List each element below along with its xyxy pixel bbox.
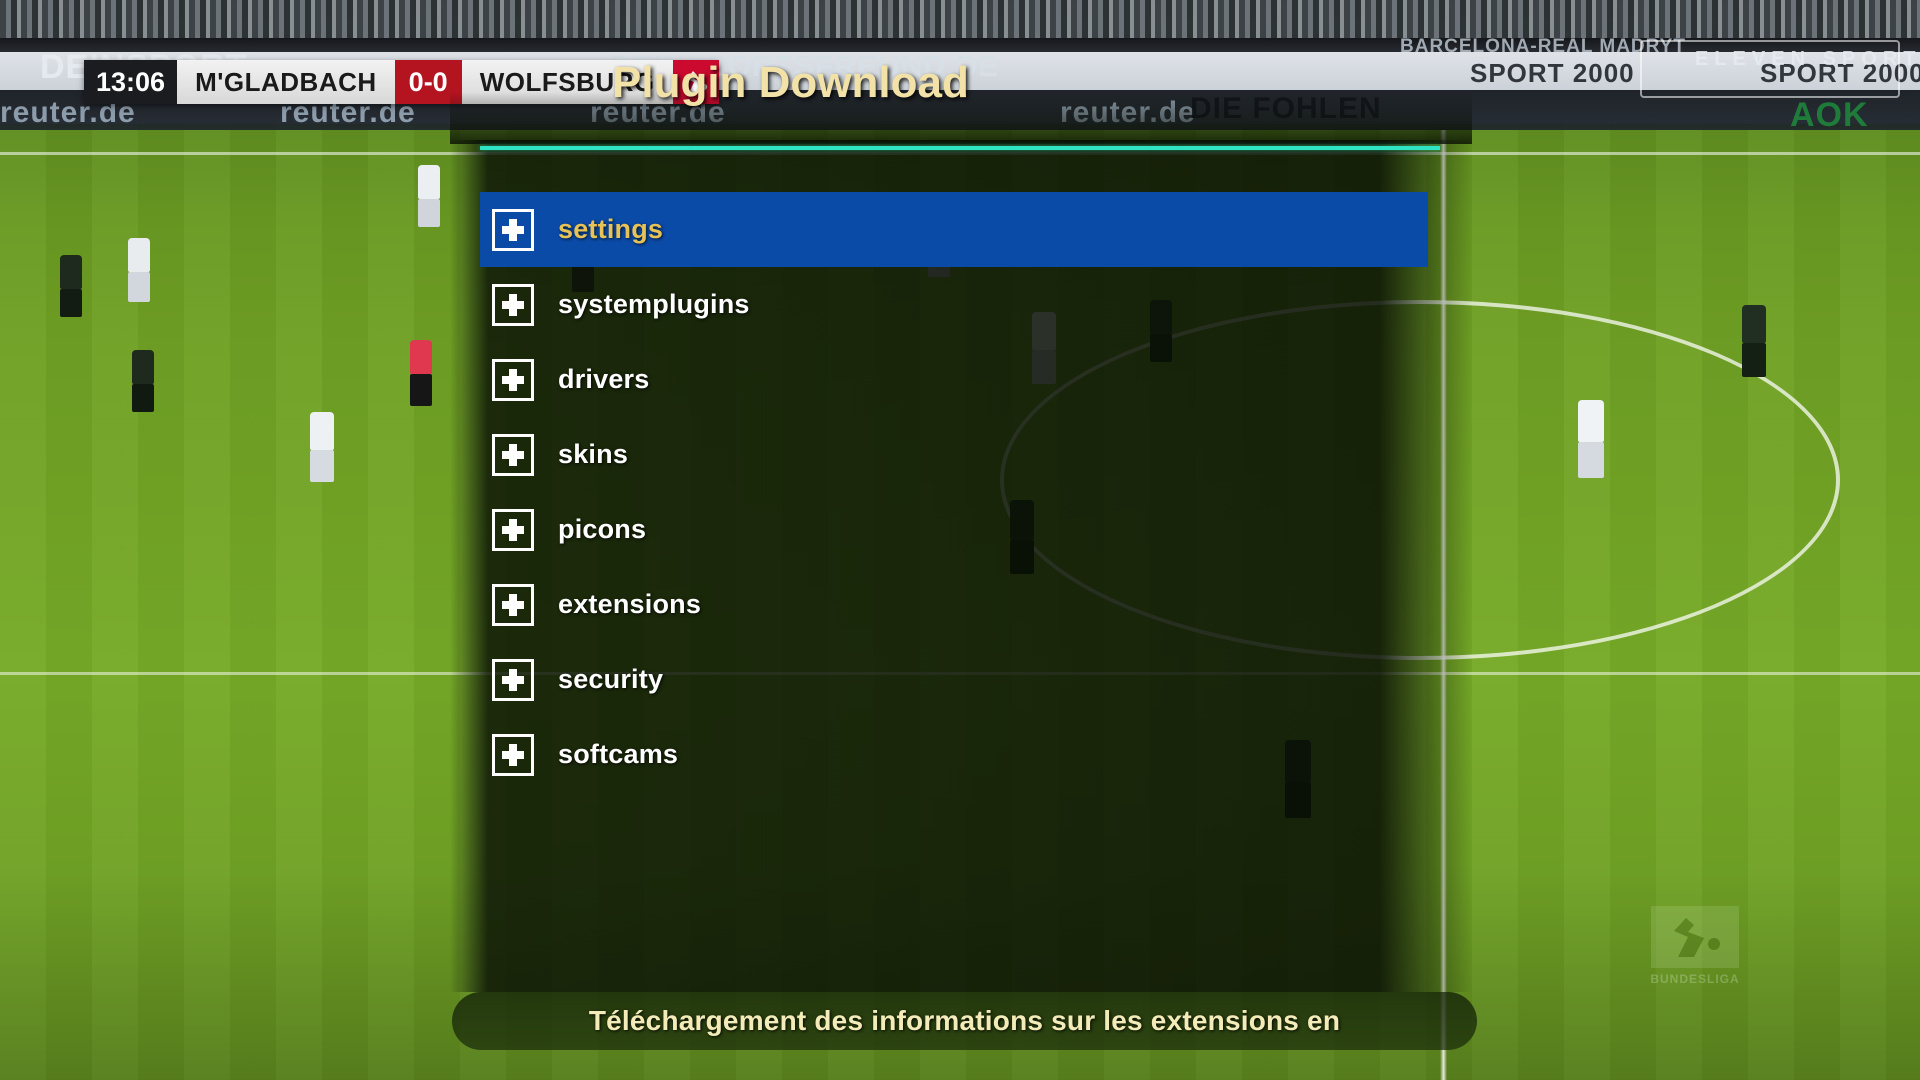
player-silhouette	[60, 255, 82, 317]
bundesliga-watermark: BUNDESLIGA	[1643, 900, 1747, 992]
plus-box-icon[interactable]	[492, 583, 534, 626]
plus-box-icon[interactable]	[492, 208, 534, 251]
pitch-halfway-line	[1440, 130, 1447, 1080]
ad-die-fohlen: DIE FOHLEN	[1190, 92, 1382, 125]
scoreboard-clock: 13:06	[84, 60, 178, 104]
player-silhouette	[1742, 305, 1766, 377]
player-silhouette	[128, 238, 150, 302]
plugin-category-label: systemplugins	[558, 289, 750, 319]
player-silhouette	[310, 412, 334, 482]
scoreboard-score: 0-0	[394, 60, 462, 104]
plus-box-icon[interactable]	[492, 358, 534, 401]
plus-box-icon[interactable]	[492, 508, 534, 551]
plugin-category-label: extensions	[558, 589, 702, 619]
plugin-category-list[interactable]: settings systemplugins drivers skins picons e…	[480, 192, 1428, 792]
plugin-category-item-drivers[interactable]: drivers	[480, 342, 1428, 417]
status-bar: Téléchargement des informations sur les …	[452, 992, 1477, 1050]
ad-aok: AOK	[1790, 96, 1869, 134]
plugin-category-label: settings	[558, 214, 664, 244]
plus-box-icon[interactable]	[492, 433, 534, 476]
plus-box-icon[interactable]	[492, 283, 534, 326]
page-title: Plugin Download	[612, 58, 969, 107]
plugin-category-item-security[interactable]: security	[480, 642, 1428, 717]
bundesliga-logo-icon	[1651, 906, 1739, 968]
plugin-category-item-systemplugins[interactable]: systemplugins	[480, 267, 1428, 342]
player-silhouette	[132, 350, 154, 412]
player-silhouette	[418, 165, 440, 227]
pitch-sideline-top	[0, 152, 1920, 155]
player-silhouette	[1578, 400, 1604, 478]
ad-sport2000-1: SPORT 2000	[1470, 58, 1635, 88]
plugin-category-item-extensions[interactable]: extensions	[480, 567, 1428, 642]
tv-screen: DEINSPORT DEINSPORTSFREUND.DE reuter.de …	[0, 0, 1920, 1080]
ad-reuter-4: reuter.de	[1060, 96, 1196, 129]
title-divider	[480, 146, 1440, 150]
plus-box-icon[interactable]	[492, 733, 534, 776]
plus-box-icon[interactable]	[492, 658, 534, 701]
status-message: Téléchargement des informations sur les …	[588, 1005, 1341, 1036]
plugin-category-label: picons	[558, 514, 647, 544]
plugin-category-label: softcams	[558, 739, 679, 769]
player-referee	[410, 340, 432, 406]
plugin-category-label: security	[558, 664, 664, 694]
bundesliga-watermark-label: BUNDESLIGA	[1650, 972, 1740, 986]
plugin-category-item-skins[interactable]: skins	[480, 417, 1428, 492]
ad-eleven-sports: ELEVEN SPORTS	[1695, 48, 1920, 70]
plugin-category-label: drivers	[558, 364, 650, 394]
plugin-category-item-settings[interactable]: settings	[480, 192, 1428, 267]
scoreboard-home-team: M'GLADBACH	[177, 60, 395, 104]
plugin-category-item-picons[interactable]: picons	[480, 492, 1428, 567]
plugin-category-item-softcams[interactable]: softcams	[480, 717, 1428, 792]
plugin-category-label: skins	[558, 439, 629, 469]
